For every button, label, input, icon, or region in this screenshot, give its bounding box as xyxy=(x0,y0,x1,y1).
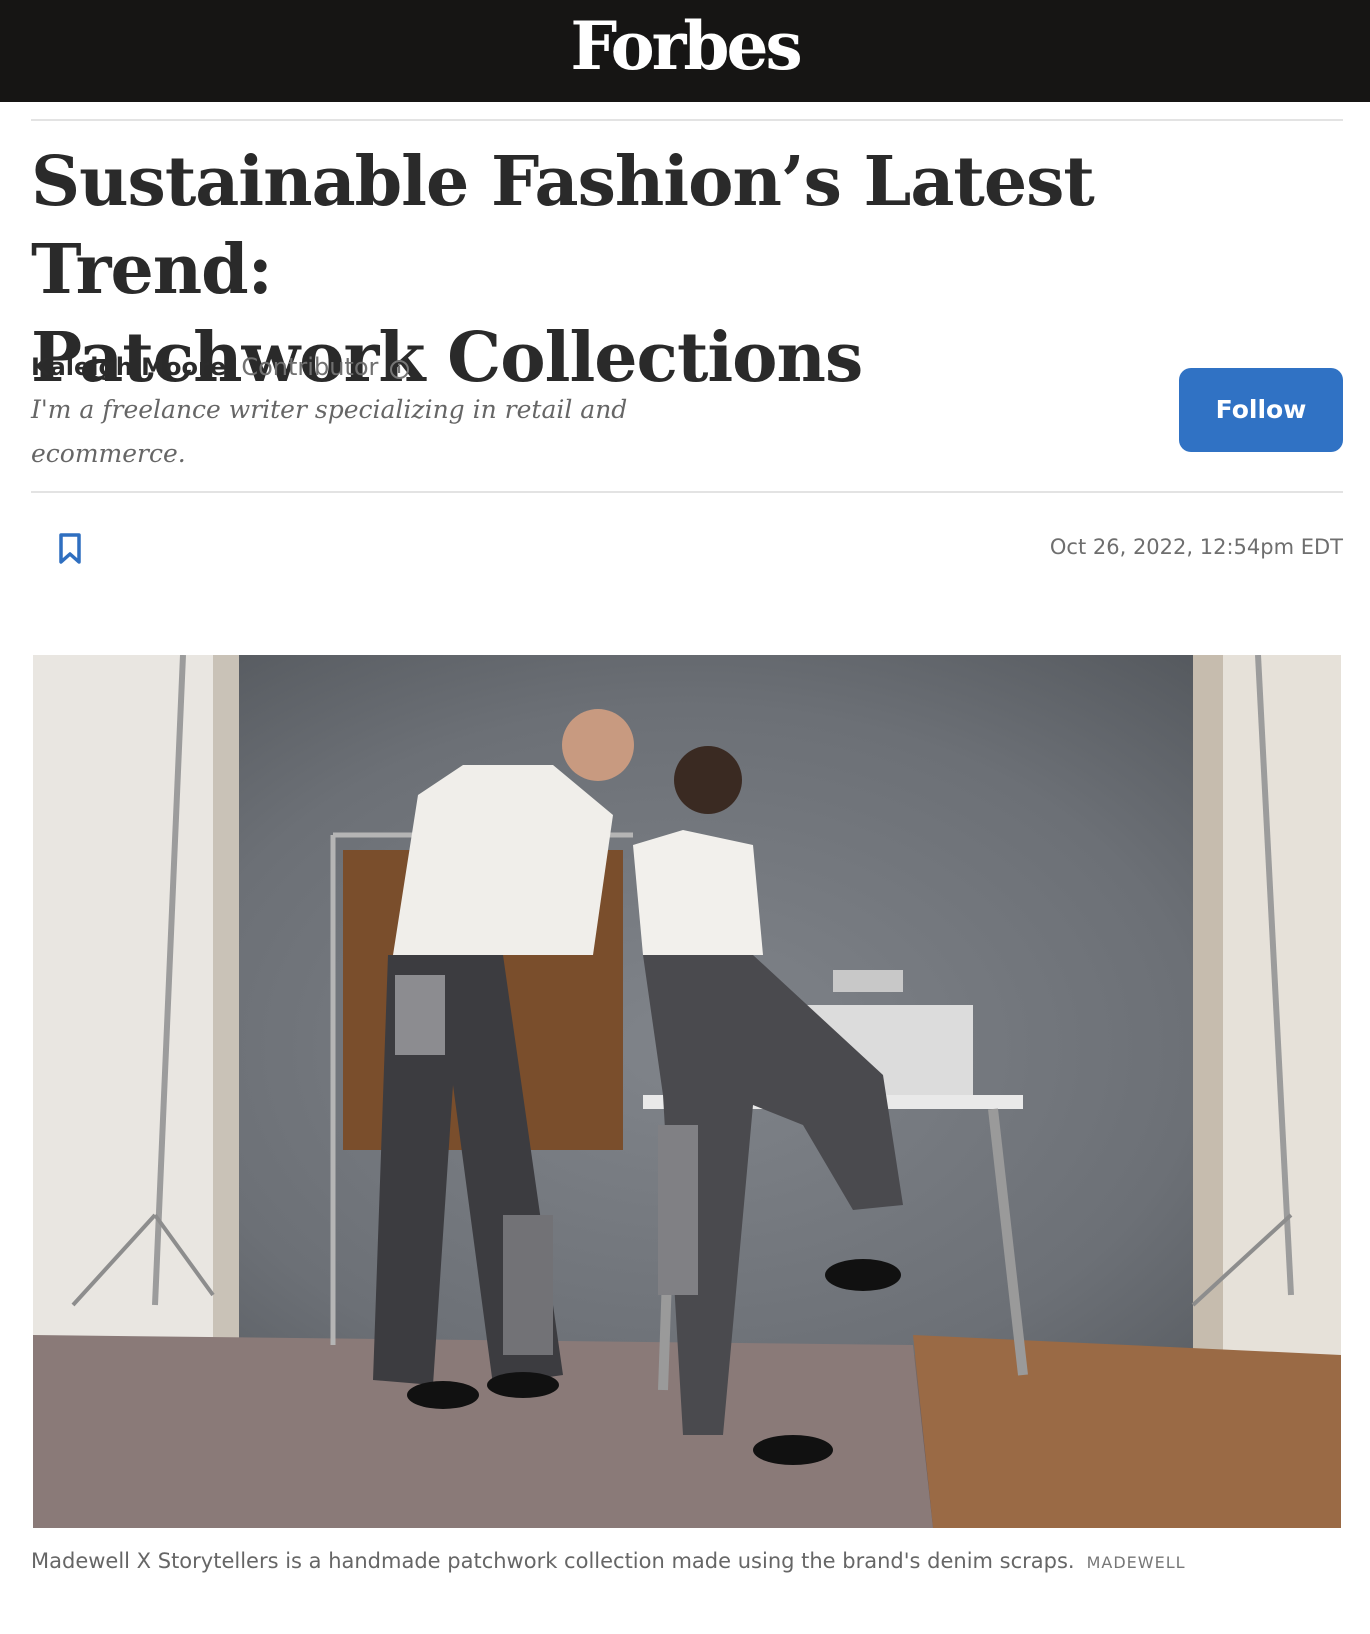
author-bio-line-2: ecommerce. xyxy=(31,439,186,468)
bookmark-icon[interactable] xyxy=(55,532,85,566)
caption-text: Madewell X Storytellers is a handmade pa… xyxy=(31,1549,1075,1573)
author-role: Contributor xyxy=(241,353,379,381)
site-header: Forbes xyxy=(0,0,1370,102)
author-bio: I'm a freelance writer specializing in r… xyxy=(31,388,691,476)
byline: Kaleigh Moore Contributor i xyxy=(31,350,409,382)
divider-top xyxy=(31,119,1343,121)
publish-date: Oct 26, 2022, 12:54pm EDT xyxy=(1049,535,1343,559)
follow-button[interactable]: Follow xyxy=(1179,368,1343,452)
headline-line-1: Sustainable Fashion’s Latest Trend: xyxy=(31,142,1095,310)
forbes-logo[interactable]: Forbes xyxy=(0,6,1370,86)
article-photo xyxy=(33,655,1341,1528)
divider-byline xyxy=(31,491,1343,493)
author-name[interactable]: Kaleigh Moore xyxy=(31,353,226,381)
info-circle-icon[interactable]: i xyxy=(389,360,409,379)
author-bio-line-1: I'm a freelance writer specializing in r… xyxy=(31,395,628,424)
photo-caption: Madewell X Storytellers is a handmade pa… xyxy=(31,1545,1343,1579)
photo-credit: MADEWELL xyxy=(1086,1553,1186,1572)
